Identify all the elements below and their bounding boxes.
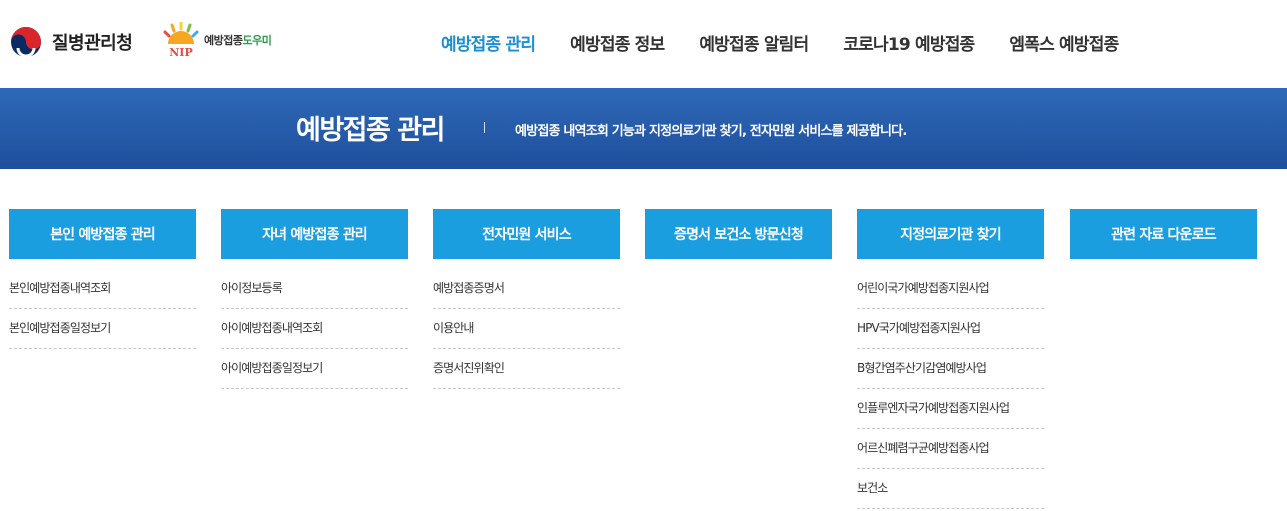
menu-column-e-service: 전자민원 서비스 예방접종증명서 이용안내 증명서진위확인 bbox=[433, 209, 620, 389]
nip-logo-text-accent: 도우미 bbox=[242, 34, 272, 47]
kdca-logo-text: 질병관리청 bbox=[52, 33, 133, 54]
list-item[interactable]: 증명서진위확인 bbox=[433, 349, 620, 389]
nip-mark-text: NIP bbox=[169, 46, 192, 58]
designated-clinic-button[interactable]: 지정의료기관 찾기 bbox=[857, 209, 1044, 259]
menu-column-certificate: 증명서 보건소 방문신청 bbox=[645, 209, 832, 259]
banner-divider bbox=[484, 122, 485, 133]
nav-vaccination-notice[interactable]: 예방접종 알림터 bbox=[699, 30, 809, 55]
taegeuk-icon bbox=[11, 27, 41, 58]
e-civil-service-button[interactable]: 전자민원 서비스 bbox=[433, 209, 620, 259]
self-vaccination-list: 본인예방접종내역조회 본인예방접종일정보기 bbox=[9, 269, 196, 349]
self-vaccination-button[interactable]: 본인 예방접종 관리 bbox=[9, 209, 196, 259]
main-nav: 예방접종 관리 예방접종 정보 예방접종 알림터 코로나19 예방접종 엠폭스 … bbox=[441, 30, 1153, 55]
list-item[interactable]: 본인예방접종내역조회 bbox=[9, 269, 196, 309]
list-item[interactable]: HPV국가예방접종지원사업 bbox=[857, 309, 1044, 349]
nav-vaccination-management[interactable]: 예방접종 관리 bbox=[441, 30, 536, 55]
menu-column-child: 자녀 예방접종 관리 아이정보등록 아이예방접종내역조회 아이예방접종일정보기 bbox=[221, 209, 408, 389]
menu-column-downloads: 관련 자료 다운로드 bbox=[1070, 209, 1257, 259]
menu-column-designated-clinic: 지정의료기관 찾기 어린이국가예방접종지원사업 HPV국가예방접종지원사업 B형… bbox=[857, 209, 1044, 509]
e-civil-service-list: 예방접종증명서 이용안내 증명서진위확인 bbox=[433, 269, 620, 389]
page-description: 예방접종 내역조회 기능과 지정의료기관 찾기, 전자민원 서비스를 제공합니다… bbox=[515, 124, 907, 139]
downloads-button[interactable]: 관련 자료 다운로드 bbox=[1070, 209, 1257, 259]
certificate-visit-button[interactable]: 증명서 보건소 방문신청 bbox=[645, 209, 832, 259]
list-item[interactable]: 아이정보등록 bbox=[221, 269, 408, 309]
nip-sun-icon: NIP bbox=[163, 22, 199, 58]
menu-column-self: 본인 예방접종 관리 본인예방접종내역조회 본인예방접종일정보기 bbox=[9, 209, 196, 349]
page-title: 예방접종 관리 bbox=[296, 115, 445, 146]
list-item[interactable]: 어린이국가예방접종지원사업 bbox=[857, 269, 1044, 309]
list-item[interactable]: B형간염주산기감염예방사업 bbox=[857, 349, 1044, 389]
list-item[interactable]: 아이예방접종일정보기 bbox=[221, 349, 408, 389]
child-vaccination-button[interactable]: 자녀 예방접종 관리 bbox=[221, 209, 408, 259]
nav-mpox-vaccination[interactable]: 엠폭스 예방접종 bbox=[1009, 30, 1119, 55]
list-item[interactable]: 인플루엔자국가예방접종지원사업 bbox=[857, 389, 1044, 429]
page-banner: 예방접종 관리 예방접종 내역조회 기능과 지정의료기관 찾기, 전자민원 서비… bbox=[0, 88, 1287, 169]
nav-vaccination-info[interactable]: 예방접종 정보 bbox=[570, 30, 665, 55]
nav-covid19-vaccination[interactable]: 코로나19 예방접종 bbox=[843, 30, 975, 55]
nip-logo-text: 예방접종도우미 bbox=[204, 32, 272, 48]
kdca-logo[interactable]: 질병관리청 bbox=[10, 26, 133, 58]
nip-logo[interactable]: NIP 예방접종도우미 bbox=[162, 22, 272, 58]
list-item[interactable]: 예방접종증명서 bbox=[433, 269, 620, 309]
list-item[interactable]: 이용안내 bbox=[433, 309, 620, 349]
nip-logo-text-main: 예방접종 bbox=[204, 34, 243, 47]
list-item[interactable]: 보건소 bbox=[857, 469, 1044, 509]
designated-clinic-list: 어린이국가예방접종지원사업 HPV국가예방접종지원사업 B형간염주산기감염예방사… bbox=[857, 269, 1044, 509]
site-header: 질병관리청 NIP 예방접종도우미 예방접종 관리 예방접종 정보 예방접종 알… bbox=[0, 0, 1287, 88]
list-item[interactable]: 어르신폐렴구균예방접종사업 bbox=[857, 429, 1044, 469]
child-vaccination-list: 아이정보등록 아이예방접종내역조회 아이예방접종일정보기 bbox=[221, 269, 408, 389]
list-item[interactable]: 본인예방접종일정보기 bbox=[9, 309, 196, 349]
list-item[interactable]: 아이예방접종내역조회 bbox=[221, 309, 408, 349]
